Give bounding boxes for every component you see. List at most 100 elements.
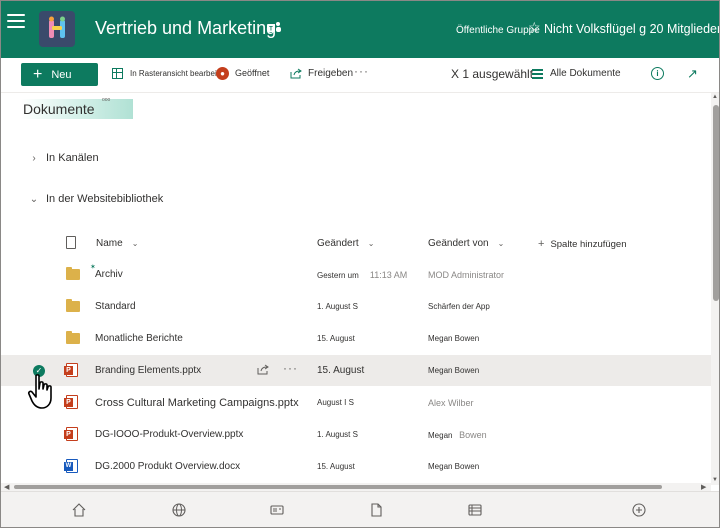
item-modified-time: 11:13 AM: [369, 270, 408, 280]
expand-icon[interactable]: ↗: [687, 66, 698, 82]
column-modified-by-label: Geändert von: [428, 238, 489, 249]
scroll-right-icon[interactable]: ▶: [701, 483, 706, 491]
add-column-button[interactable]: + Spalte hinzufügen: [538, 238, 627, 250]
item-modified: Gestern um 11:13 AM: [317, 270, 407, 280]
add-circle-icon[interactable]: [631, 502, 647, 518]
item-name[interactable]: DG-IOOO-Produkt-Overview.pptx: [95, 429, 243, 440]
teams-icon[interactable]: T: [267, 21, 281, 35]
powerpoint-file-icon: [64, 395, 78, 410]
table-header: Name ⌄ Geändert ⌄ Geändert von ⌄ + Spalt…: [1, 229, 711, 259]
column-name-label: Name: [96, 238, 123, 249]
chevron-down-icon: ⌄: [497, 239, 505, 248]
table-row-selected[interactable]: ✓ Branding Elements.pptx ··· 15. August …: [1, 355, 711, 386]
item-modified-by: Alex Wilber: [428, 398, 474, 408]
item-name[interactable]: Standard: [95, 301, 136, 312]
item-modified-by: Megan Bowen: [428, 334, 480, 343]
chevron-down-icon: ⌄: [367, 239, 375, 248]
column-header-modified[interactable]: Geändert ⌄: [317, 238, 374, 249]
column-header-name[interactable]: Name ⌄: [96, 238, 138, 249]
view-selector[interactable]: Alle Dokumente: [550, 68, 621, 79]
home-icon[interactable]: [71, 502, 87, 518]
column-header-modified-by[interactable]: Geändert von ⌄: [428, 238, 504, 249]
star-icon[interactable]: ☆: [528, 19, 541, 36]
table-row[interactable]: Cross Cultural Marketing Campaigns.pptx …: [1, 387, 711, 418]
plus-icon: +: [33, 65, 43, 83]
item-name[interactable]: Archiv: [95, 269, 123, 280]
chevron-right-icon: ›: [32, 152, 36, 164]
powerpoint-file-icon: [64, 363, 78, 378]
share-label: Freigeben: [308, 68, 354, 79]
horizontal-scrollbar-thumb[interactable]: [14, 485, 662, 489]
site-header: Vertrieb und Marketing T Öffentliche Gru…: [1, 1, 719, 58]
svg-text:T: T: [269, 27, 273, 33]
item-modified-by: MOD Administrator: [428, 270, 504, 280]
site-logo[interactable]: [39, 11, 75, 47]
item-name[interactable]: DG.2000 Produkt Overview.docx: [95, 461, 240, 472]
chevron-down-icon: ⌄: [29, 193, 39, 205]
item-modified-by-name: Alex Wilber: [428, 398, 474, 408]
section-in-channels-label: In Kanälen: [46, 152, 99, 164]
item-name[interactable]: Monatliche Berichte: [95, 333, 183, 344]
column-modified-label: Geändert: [317, 238, 359, 249]
menu-icon[interactable]: [7, 14, 25, 30]
item-name[interactable]: Branding Elements.pptx: [95, 365, 201, 376]
open-label: Geöffnet: [235, 68, 270, 78]
grid-icon: [112, 68, 123, 79]
command-bar: + Neu In Rasteransicht bearbeiten ● Geöf…: [1, 58, 719, 93]
scroll-up-icon[interactable]: ▲: [712, 94, 718, 100]
item-modified: 15. August: [317, 365, 365, 376]
powerpoint-file-icon: [64, 427, 78, 442]
share-button[interactable]: Freigeben: [290, 68, 353, 79]
item-modified: 15. August: [317, 462, 355, 471]
item-name[interactable]: Cross Cultural Marketing Campaigns.pptx: [95, 397, 299, 409]
library-title[interactable]: Dokumente: [21, 99, 98, 119]
share-icon[interactable]: [257, 364, 269, 375]
info-icon[interactable]: i: [651, 67, 664, 80]
news-icon[interactable]: [269, 502, 285, 518]
follow-members-text[interactable]: Nicht Volksflügel g 20 Mitglieder: [544, 22, 719, 36]
item-modified: 1. August S: [317, 430, 358, 439]
item-modified: 15. August: [317, 334, 355, 343]
document-icon[interactable]: [368, 502, 384, 518]
section-site-library[interactable]: ⌄ In der Websitebibliothek: [29, 193, 163, 205]
table-row[interactable]: Monatliche Berichte 15. August Megan Bow…: [1, 323, 711, 354]
more-actions-button[interactable]: ···: [354, 64, 369, 78]
file-type-icon[interactable]: [66, 236, 76, 249]
edit-grid-view-button[interactable]: In Rasteransicht bearbeiten: [112, 68, 228, 79]
vertical-scrollbar-thumb[interactable]: [713, 105, 719, 301]
folder-icon: [66, 267, 80, 280]
section-in-channels[interactable]: › In Kanälen: [29, 152, 99, 164]
site-title[interactable]: Vertrieb und Marketing: [95, 18, 276, 39]
section-site-library-label: In der Websitebibliothek: [46, 193, 164, 205]
app-window: Vertrieb und Marketing T Öffentliche Gru…: [0, 0, 720, 528]
edit-grid-view-label: In Rasteransicht bearbeiten: [130, 69, 228, 78]
folder-icon: [66, 331, 80, 344]
scroll-down-icon[interactable]: ▼: [712, 477, 718, 483]
new-button[interactable]: + Neu: [21, 63, 98, 86]
item-modified: August I S: [317, 398, 354, 407]
item-modified-by: Megan Bowen: [428, 430, 487, 440]
library-title-badge: ooo: [102, 97, 111, 103]
folder-icon: [66, 299, 80, 312]
table-row[interactable]: DG.2000 Produkt Overview.docx 15. August…: [1, 451, 711, 482]
add-column-label: Spalte hinzufügen: [550, 238, 627, 250]
share-icon: [290, 68, 302, 79]
scroll-left-icon[interactable]: ◀: [4, 483, 9, 491]
item-modified-by-surname: Bowen: [459, 430, 487, 440]
view-list-icon[interactable]: [532, 69, 543, 79]
open-icon[interactable]: ●: [216, 67, 229, 80]
table-row[interactable]: DG-IOOO-Produkt-Overview.pptx 1. August …: [1, 419, 711, 450]
new-button-label: Neu: [51, 68, 72, 81]
table-row[interactable]: Standard 1. August S Schärfen der App: [1, 291, 711, 322]
table-row[interactable]: ✶ Archiv Gestern um 11:13 AM MOD Adminis…: [1, 259, 711, 290]
globe-icon[interactable]: [171, 502, 187, 518]
item-modified-by: Megan Bowen: [428, 462, 480, 471]
open-button[interactable]: Geöffnet: [235, 68, 269, 78]
row-more-actions-button[interactable]: ···: [283, 361, 298, 375]
list-icon[interactable]: [467, 502, 483, 518]
item-modified-by: Schärfen der App: [428, 302, 490, 311]
item-modified: 1. August S: [317, 302, 358, 311]
selected-count[interactable]: X 1 ausgewählt: [451, 67, 533, 81]
chevron-down-icon: ⌄: [131, 239, 139, 248]
bottom-navigation: [1, 491, 719, 527]
